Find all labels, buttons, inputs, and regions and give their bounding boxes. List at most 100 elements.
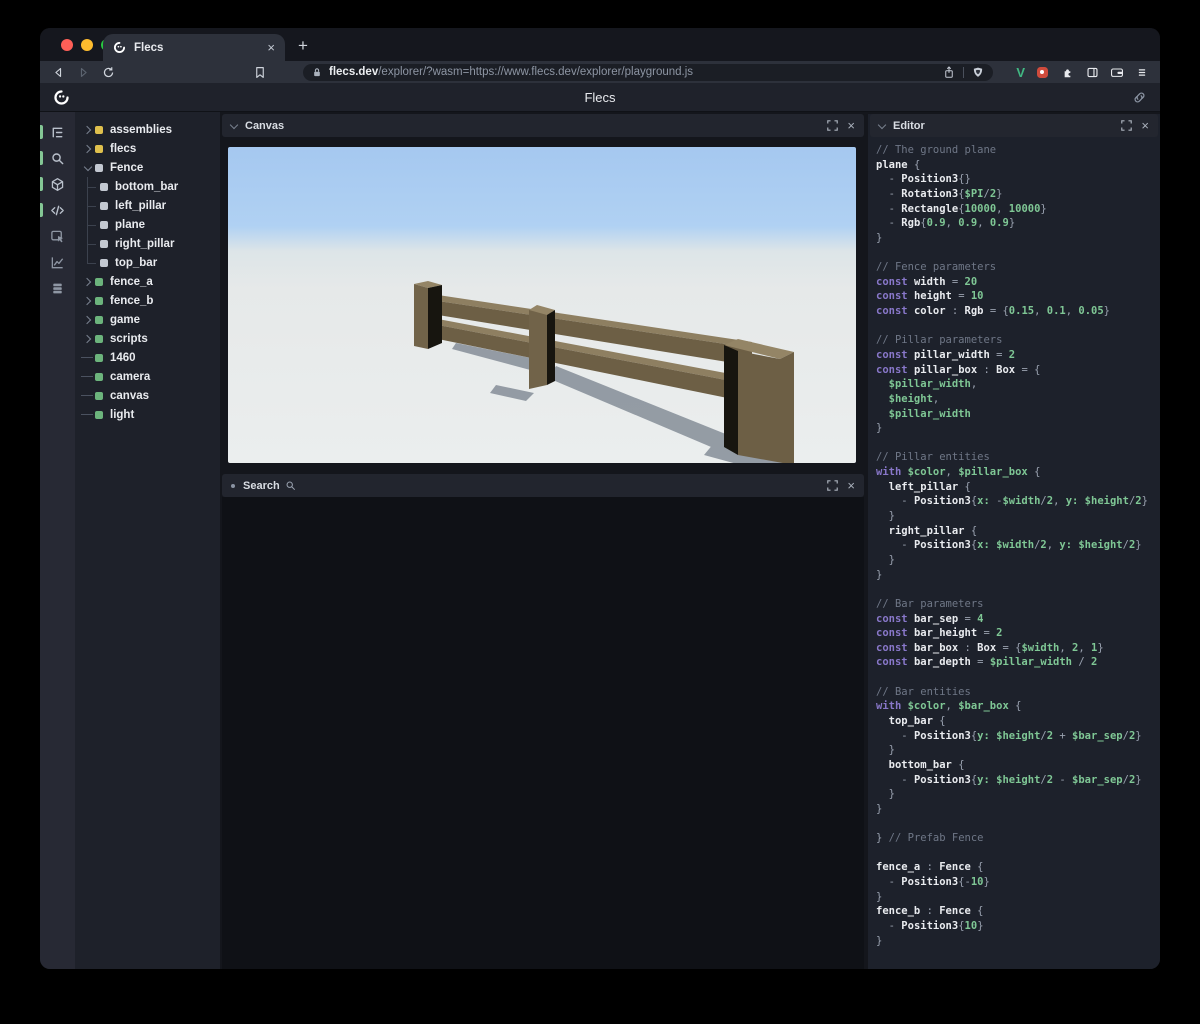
code-line: // Pillar entities <box>876 451 990 464</box>
tab-close-icon[interactable]: × <box>267 41 275 54</box>
entity-kind-icon <box>95 296 103 305</box>
tree-guide <box>81 367 95 386</box>
inspector-icon[interactable] <box>40 223 75 249</box>
bullet-icon[interactable] <box>231 483 235 488</box>
bookmark-icon[interactable] <box>252 64 268 80</box>
tree-item-label: scripts <box>110 332 148 345</box>
canvas-3d-scene[interactable] <box>228 147 856 463</box>
tree-item-label: game <box>110 313 141 326</box>
brave-shield-icon[interactable] <box>972 66 984 79</box>
code-line: const bar_depth = $pillar_width / 2 <box>876 656 1098 669</box>
close-panel-icon[interactable]: × <box>847 119 855 132</box>
entity-kind-icon <box>95 410 103 419</box>
tree-item-game[interactable]: game <box>75 310 220 329</box>
stack-icon[interactable] <box>40 275 75 301</box>
tree-guide <box>81 253 100 272</box>
entity-kind-icon <box>100 220 108 229</box>
entity-tree: assemblies flecs Fence bottom_bar left_pilla… <box>75 112 220 969</box>
chevron-right-icon[interactable] <box>81 310 95 329</box>
side-panel-icon[interactable] <box>1084 64 1100 80</box>
canvas-panel-title: Canvas <box>245 119 285 132</box>
expand-icon[interactable] <box>1121 120 1133 131</box>
share-icon[interactable] <box>943 65 955 79</box>
chevron-right-icon[interactable] <box>81 291 95 310</box>
expand-icon[interactable] <box>827 480 839 491</box>
search-results-area[interactable] <box>222 497 864 969</box>
tree-item-fence_a[interactable]: fence_a <box>75 272 220 291</box>
cube-icon[interactable] <box>40 171 75 197</box>
tree-item-top_bar[interactable]: top_bar <box>75 253 220 272</box>
close-panel-icon[interactable]: × <box>1141 119 1149 132</box>
code-line: const pillar_width = 2 <box>876 348 1016 361</box>
entity-kind-icon <box>95 125 103 134</box>
code-line: } <box>876 231 883 244</box>
tree-item-1460[interactable]: 1460 <box>75 348 220 367</box>
tree-item-left_pillar[interactable]: left_pillar <box>75 196 220 215</box>
chevron-down-icon[interactable] <box>229 120 239 129</box>
tree-item-canvas[interactable]: canvas <box>75 386 220 405</box>
tree-guide <box>81 386 95 405</box>
code-line: $pillar_width, <box>876 378 978 391</box>
vue-devtools-icon[interactable]: V <box>1016 65 1025 80</box>
expand-icon[interactable] <box>827 120 839 131</box>
chevron-right-icon[interactable] <box>81 329 95 348</box>
search-icon[interactable] <box>40 145 75 171</box>
close-window-button[interactable] <box>61 39 73 51</box>
search-glyph-icon <box>286 481 295 490</box>
tree-item-fence_b[interactable]: fence_b <box>75 291 220 310</box>
tree-item-bottom_bar[interactable]: bottom_bar <box>75 177 220 196</box>
tree-guide <box>81 196 100 215</box>
code-icon[interactable] <box>40 197 75 223</box>
code-line: } <box>876 553 895 566</box>
chevron-down-icon[interactable] <box>81 158 95 177</box>
code-line: // Bar entities <box>876 685 971 698</box>
tree-icon[interactable] <box>40 119 75 145</box>
canvas-viewport[interactable] <box>228 147 856 463</box>
search-panel-header: Search × <box>222 474 864 497</box>
chart-icon[interactable] <box>40 249 75 275</box>
new-tab-button[interactable]: + <box>292 36 314 56</box>
url-text: flecs.dev/explorer/?wasm=https://www.fle… <box>329 66 694 78</box>
chevron-right-icon[interactable] <box>81 120 95 139</box>
tree-item-camera[interactable]: camera <box>75 367 220 386</box>
tree-guide <box>81 348 95 367</box>
editor-code[interactable]: // The ground plane plane { - Position3{}… <box>868 137 1160 969</box>
chevron-right-icon[interactable] <box>81 139 95 158</box>
reload-icon[interactable] <box>100 64 116 80</box>
entity-kind-icon <box>95 353 103 362</box>
chevron-right-icon[interactable] <box>81 272 95 291</box>
close-panel-icon[interactable]: × <box>847 479 855 492</box>
url-bar[interactable]: flecs.dev/explorer/?wasm=https://www.fle… <box>303 63 994 81</box>
back-icon[interactable] <box>50 64 66 80</box>
tree-item-Fence[interactable]: Fence <box>75 158 220 177</box>
entity-kind-icon <box>95 315 103 324</box>
tree-item-scripts[interactable]: scripts <box>75 329 220 348</box>
red-extension-icon[interactable] <box>1034 64 1050 80</box>
tree-item-light[interactable]: light <box>75 405 220 424</box>
extensions-puzzle-icon[interactable] <box>1059 64 1075 80</box>
forward-icon[interactable] <box>75 64 91 80</box>
code-line: const bar_box : Box = {$width, 2, 1} <box>876 641 1104 654</box>
tree-item-right_pillar[interactable]: right_pillar <box>75 234 220 253</box>
tree-item-flecs[interactable]: flecs <box>75 139 220 158</box>
menu-icon[interactable] <box>1134 64 1150 80</box>
tree-item-plane[interactable]: plane <box>75 215 220 234</box>
wallet-icon[interactable] <box>1109 64 1125 80</box>
code-line: } <box>876 744 895 757</box>
chevron-down-icon[interactable] <box>877 120 887 129</box>
code-line: } <box>876 890 883 903</box>
tree-item-label: fence_b <box>110 294 154 307</box>
minimize-window-button[interactable] <box>81 39 93 51</box>
tree-item-label: assemblies <box>110 123 173 136</box>
code-line: bottom_bar { <box>876 758 965 771</box>
code-line: - Position3{y: $height/2 + $bar_sep/2} <box>876 729 1142 742</box>
browser-tab[interactable]: Flecs × <box>103 34 285 61</box>
tree-item-assemblies[interactable]: assemblies <box>75 120 220 139</box>
tree-guide <box>81 177 100 196</box>
code-line: with $color, $bar_box { <box>876 700 1022 713</box>
